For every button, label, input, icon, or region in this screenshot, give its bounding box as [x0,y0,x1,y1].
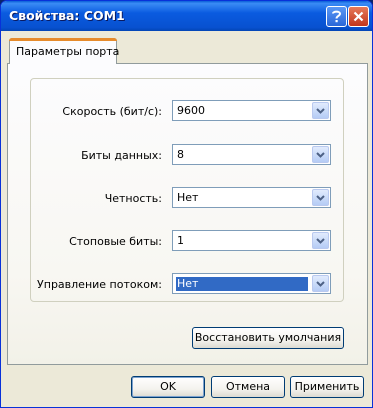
baud-rate-select[interactable]: 9600 [172,100,331,121]
help-button[interactable] [326,6,347,27]
data-bits-value: 8 [177,148,184,161]
window-title: Свойства: COM1 [9,8,125,23]
baud-rate-label: Скорость (бит/с): [62,105,162,118]
stop-bits-label: Стоповые биты: [69,235,162,248]
stop-bits-value: 1 [177,234,184,247]
stop-bits-select[interactable]: 1 [172,230,331,251]
parity-label: Четность: [104,192,162,205]
flow-control-select[interactable]: Нет [172,273,331,294]
tab-label: Параметры порта [16,45,120,58]
data-bits-label: Биты данных: [81,149,162,162]
chevron-down-icon[interactable] [312,102,329,119]
close-button[interactable] [348,6,369,27]
flow-control-label: Управление потоком: [37,278,162,291]
restore-defaults-button[interactable]: Восстановить умолчания [192,327,344,349]
parity-value: Нет [177,191,199,204]
question-icon [331,10,342,23]
chevron-down-icon[interactable] [312,146,329,163]
chevron-down-icon[interactable] [312,189,329,206]
ok-button[interactable]: OK [131,376,205,398]
flow-control-value: Нет [176,277,308,291]
data-bits-select[interactable]: 8 [172,144,331,165]
title-bar[interactable]: Свойства: COM1 [1,1,372,31]
parity-select[interactable]: Нет [172,187,331,208]
chevron-down-icon[interactable] [312,275,329,292]
cancel-button[interactable]: Отмена [211,376,285,398]
baud-rate-value: 9600 [177,104,205,117]
chevron-down-icon[interactable] [312,232,329,249]
tab-port-settings[interactable]: Параметры порта [9,38,120,64]
close-icon [353,11,364,22]
apply-button[interactable]: Применить [290,376,364,398]
dialog-window: Свойства: COM1 Параметры порта Скорость … [0,0,373,408]
